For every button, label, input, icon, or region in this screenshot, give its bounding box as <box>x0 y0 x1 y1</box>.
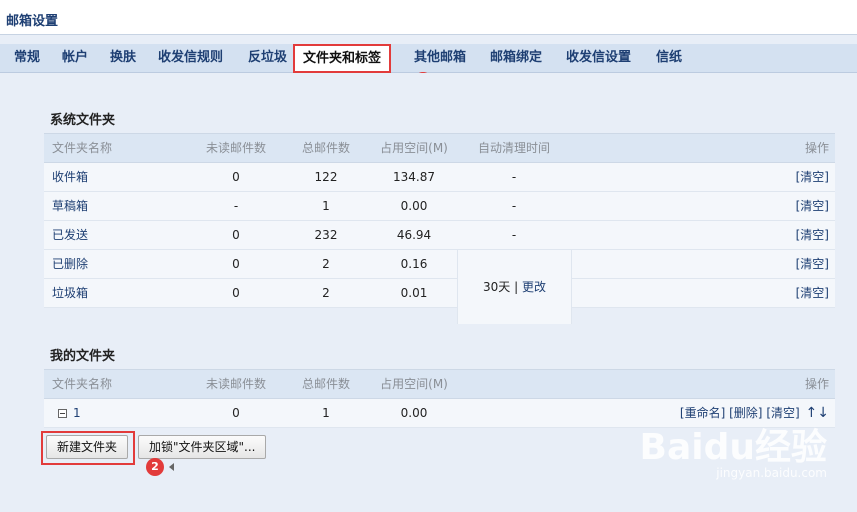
folder-name[interactable]: 垃圾箱 <box>52 279 88 307</box>
header-space: 占用空间(M) <box>380 141 448 155</box>
auto-clean-time: - <box>511 228 517 242</box>
total-count: 1 <box>322 406 330 420</box>
space-used: 0.01 <box>400 286 428 300</box>
watermark-main: Baidu经验 <box>639 427 827 468</box>
tab-skin[interactable]: 换肤 <box>110 44 136 72</box>
tab-send-receive-settings[interactable]: 收发信设置 <box>566 44 631 72</box>
folder-name[interactable]: 收件箱 <box>52 163 88 191</box>
table-row: 已删除 0 2 0.16 [清空] <box>44 250 835 279</box>
header-folder-name: 文件夹名称 <box>52 141 113 155</box>
total-count: 2 <box>322 257 330 271</box>
table-header: 文件夹名称 未读邮件数 总邮件数 占用空间(M) 操作 <box>44 369 835 399</box>
space-used: 46.94 <box>396 228 432 242</box>
folder-name[interactable]: 1 <box>73 406 81 420</box>
tab-other-mailboxes[interactable]: 其他邮箱 <box>414 44 466 72</box>
folder-name-cell: 1 <box>58 399 81 427</box>
caret-left-icon <box>169 463 174 471</box>
header-auto-clean: 自动清理时间 <box>477 141 550 155</box>
space-used: 0.00 <box>400 199 428 213</box>
total-count: 122 <box>314 170 338 184</box>
auto-clean-setting: 30天 | 更改 <box>457 250 572 324</box>
tab-mail-rules[interactable]: 收发信规则 <box>158 44 223 72</box>
clear-button[interactable]: [清空] <box>796 250 829 278</box>
table-row: 收件箱 0 122 134.87 - [清空] <box>44 163 835 192</box>
header-unread: 未读邮件数 <box>205 377 266 391</box>
tab-mailbox-binding[interactable]: 邮箱绑定 <box>490 44 542 72</box>
table-row: 草稿箱 - 1 0.00 - [清空] <box>44 192 835 221</box>
tab-stationery[interactable]: 信纸 <box>656 44 682 72</box>
unread-count: 0 <box>232 228 240 242</box>
unread-count: 0 <box>232 406 240 420</box>
top-bar: 邮箱设置 <box>0 0 857 35</box>
header-total: 总邮件数 <box>301 377 350 391</box>
unread-count: 0 <box>232 170 240 184</box>
separator: | <box>510 280 522 294</box>
page-title: 邮箱设置 <box>6 14 59 29</box>
change-auto-clean-link[interactable]: 更改 <box>522 280 546 294</box>
total-count: 2 <box>322 286 330 300</box>
tab-account[interactable]: 帐户 <box>62 44 88 72</box>
folder-name[interactable]: 已发送 <box>52 221 88 249</box>
tab-anti-spam[interactable]: 反垃圾 <box>248 44 287 72</box>
unread-count: 0 <box>232 257 240 271</box>
watermark-sub: jingyan.baidu.com <box>716 466 827 480</box>
lock-folder-area-button[interactable]: 加锁"文件夹区域"... <box>138 435 267 459</box>
space-used: 134.87 <box>393 170 435 184</box>
clear-button[interactable]: [清空] <box>796 163 829 191</box>
clear-button[interactable]: [清空] <box>796 192 829 220</box>
auto-clean-days: 30天 <box>483 280 511 294</box>
unread-count: 0 <box>232 286 240 300</box>
table-row: 已发送 0 232 46.94 - [清空] <box>44 221 835 250</box>
system-folders-table: 文件夹名称 未读邮件数 总邮件数 占用空间(M) 自动清理时间 操作 收件箱 0… <box>44 133 835 324</box>
my-folders-title: 我的文件夹 <box>50 349 116 364</box>
step-marker-2: 2 <box>146 458 164 476</box>
total-count: 1 <box>322 199 330 213</box>
content-area: 系统文件夹 文件夹名称 未读邮件数 总邮件数 占用空间(M) 自动清理时间 操作… <box>0 73 857 512</box>
tab-general[interactable]: 常规 <box>14 44 40 72</box>
space-used: 0.16 <box>400 257 428 271</box>
tab-folders-and-labels[interactable]: 文件夹和标签 <box>293 44 392 73</box>
clear-button[interactable]: [清空] <box>796 279 829 307</box>
unread-count: - <box>233 199 239 213</box>
space-used: 0.00 <box>400 406 428 420</box>
header-folder-name: 文件夹名称 <box>52 377 113 391</box>
header-actions: 操作 <box>804 141 829 155</box>
clear-button[interactable]: [清空] <box>796 221 829 249</box>
auto-clean-time: - <box>511 199 517 213</box>
collapse-icon[interactable] <box>58 409 67 418</box>
header-unread: 未读邮件数 <box>205 141 266 155</box>
system-folders-title: 系统文件夹 <box>50 113 116 128</box>
total-count: 232 <box>314 228 338 242</box>
auto-clean-time: - <box>511 170 517 184</box>
header-total: 总邮件数 <box>301 141 350 155</box>
new-folder-button[interactable]: 新建文件夹 <box>46 435 129 459</box>
folder-name[interactable]: 已删除 <box>52 250 88 278</box>
settings-tabs: 常规 帐户 换肤 收发信规则 反垃圾 文件夹和标签 其他邮箱 邮箱绑定 收发信设… <box>0 44 857 73</box>
header-actions: 操作 <box>804 377 829 391</box>
folder-name[interactable]: 草稿箱 <box>52 192 88 220</box>
header-space: 占用空间(M) <box>380 377 448 391</box>
watermark: Baidu经验 jingyan.baidu.com <box>640 418 827 480</box>
table-row: 垃圾箱 0 2 0.01 [清空] <box>44 279 835 308</box>
table-header: 文件夹名称 未读邮件数 总邮件数 占用空间(M) 自动清理时间 操作 <box>44 133 835 163</box>
